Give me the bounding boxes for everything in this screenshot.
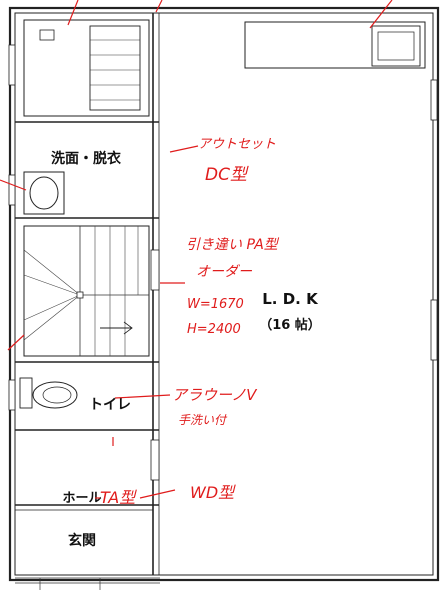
washbasin [23, 171, 65, 215]
note-width: W=1670 [187, 297, 244, 312]
note-height: H=2400 [187, 322, 241, 337]
note-order: オーダー [196, 264, 253, 280]
staircase [23, 225, 150, 357]
room-genkan: 玄関 [68, 532, 96, 549]
note-outlet: アウトセット [198, 137, 276, 152]
note-wd: WD型 [190, 483, 236, 502]
bathroom [23, 19, 150, 117]
note-dc: DC型 [205, 165, 249, 185]
note-tearai: 手洗い付 [178, 413, 228, 427]
room-senmen: 洗面・脱衣 [51, 150, 122, 167]
note-ta: TA型 [100, 488, 137, 507]
note-hikichigai: 引き違い PA型 [186, 237, 280, 253]
floor-plan: 洗面・脱衣 L. D. K （16 帖） トイレ ホール 玄関 アウトセット D… [0, 0, 440, 590]
room-ldk-name: L. D. K [262, 290, 319, 308]
toilet-fixture [19, 377, 78, 409]
room-toilet: トイレ [89, 397, 131, 413]
kitchen-counter [244, 21, 426, 69]
room-ldk-size: （16 帖） [259, 317, 321, 333]
note-aragu: アラウーノV [172, 386, 258, 404]
